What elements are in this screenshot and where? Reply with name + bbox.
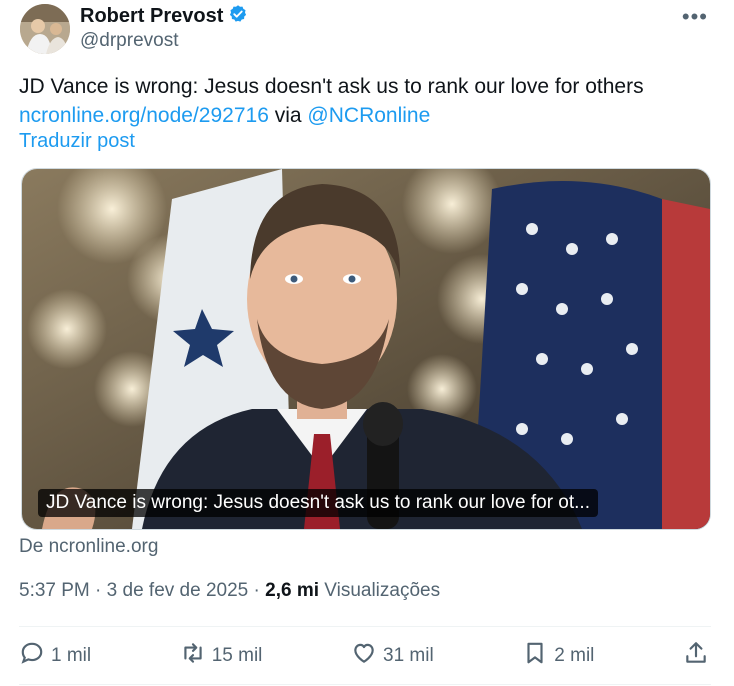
post-link[interactable]: ncronline.org/node/292716 [19,104,269,127]
meta-separator: · [253,580,260,601]
author-name-row[interactable]: Robert Prevost [80,4,248,29]
like-count: 31 mil [383,645,434,666]
share-button[interactable] [683,640,709,672]
bookmark-icon [522,640,548,672]
post-date[interactable]: 3 de fev de 2025 [107,580,249,601]
author-handle[interactable]: @drprevost [80,30,179,52]
divider [19,626,711,627]
post-text: JD Vance is wrong: Jesus doesn't ask us … [19,75,644,98]
bookmark-count: 2 mil [554,645,595,666]
reply-icon [19,640,45,672]
like-icon [351,640,377,672]
views-count: 2,6 mi [265,580,319,601]
repost-count: 15 mil [211,645,263,666]
card-caption: JD Vance is wrong: Jesus doesn't ask us … [38,489,598,517]
more-icon[interactable]: ••• [682,4,708,30]
meta-separator: · [95,580,102,601]
link-card[interactable]: JD Vance is wrong: Jesus doesn't ask us … [21,168,711,530]
repost-icon [180,640,206,672]
avatar[interactable] [20,4,70,54]
author-name[interactable]: Robert Prevost [80,5,223,28]
share-icon [683,640,709,672]
reply-button[interactable]: 1 mil [19,640,91,672]
card-image [22,169,710,529]
post-meta: 5:37 PM · 3 de fev de 2025 · 2,6 mi Visu… [19,580,440,602]
repost-button[interactable]: 15 mil [180,640,263,672]
divider [19,684,711,685]
mention-link[interactable]: @NCRonline [307,104,430,127]
via-text: via [274,104,302,127]
post-text-block: JD Vance is wrong: Jesus doesn't ask us … [19,72,644,130]
action-bar: 1 mil 15 mil 31 mil 2 mil [19,640,709,672]
verified-badge-icon [228,4,248,29]
post-time[interactable]: 5:37 PM [19,580,90,601]
views-label: Visualizações [324,580,441,601]
translate-post-link[interactable]: Traduzir post [19,130,135,153]
card-source[interactable]: De ncronline.org [19,536,158,558]
bookmark-button[interactable]: 2 mil [522,640,594,672]
reply-count: 1 mil [51,645,92,666]
like-button[interactable]: 31 mil [351,640,434,672]
